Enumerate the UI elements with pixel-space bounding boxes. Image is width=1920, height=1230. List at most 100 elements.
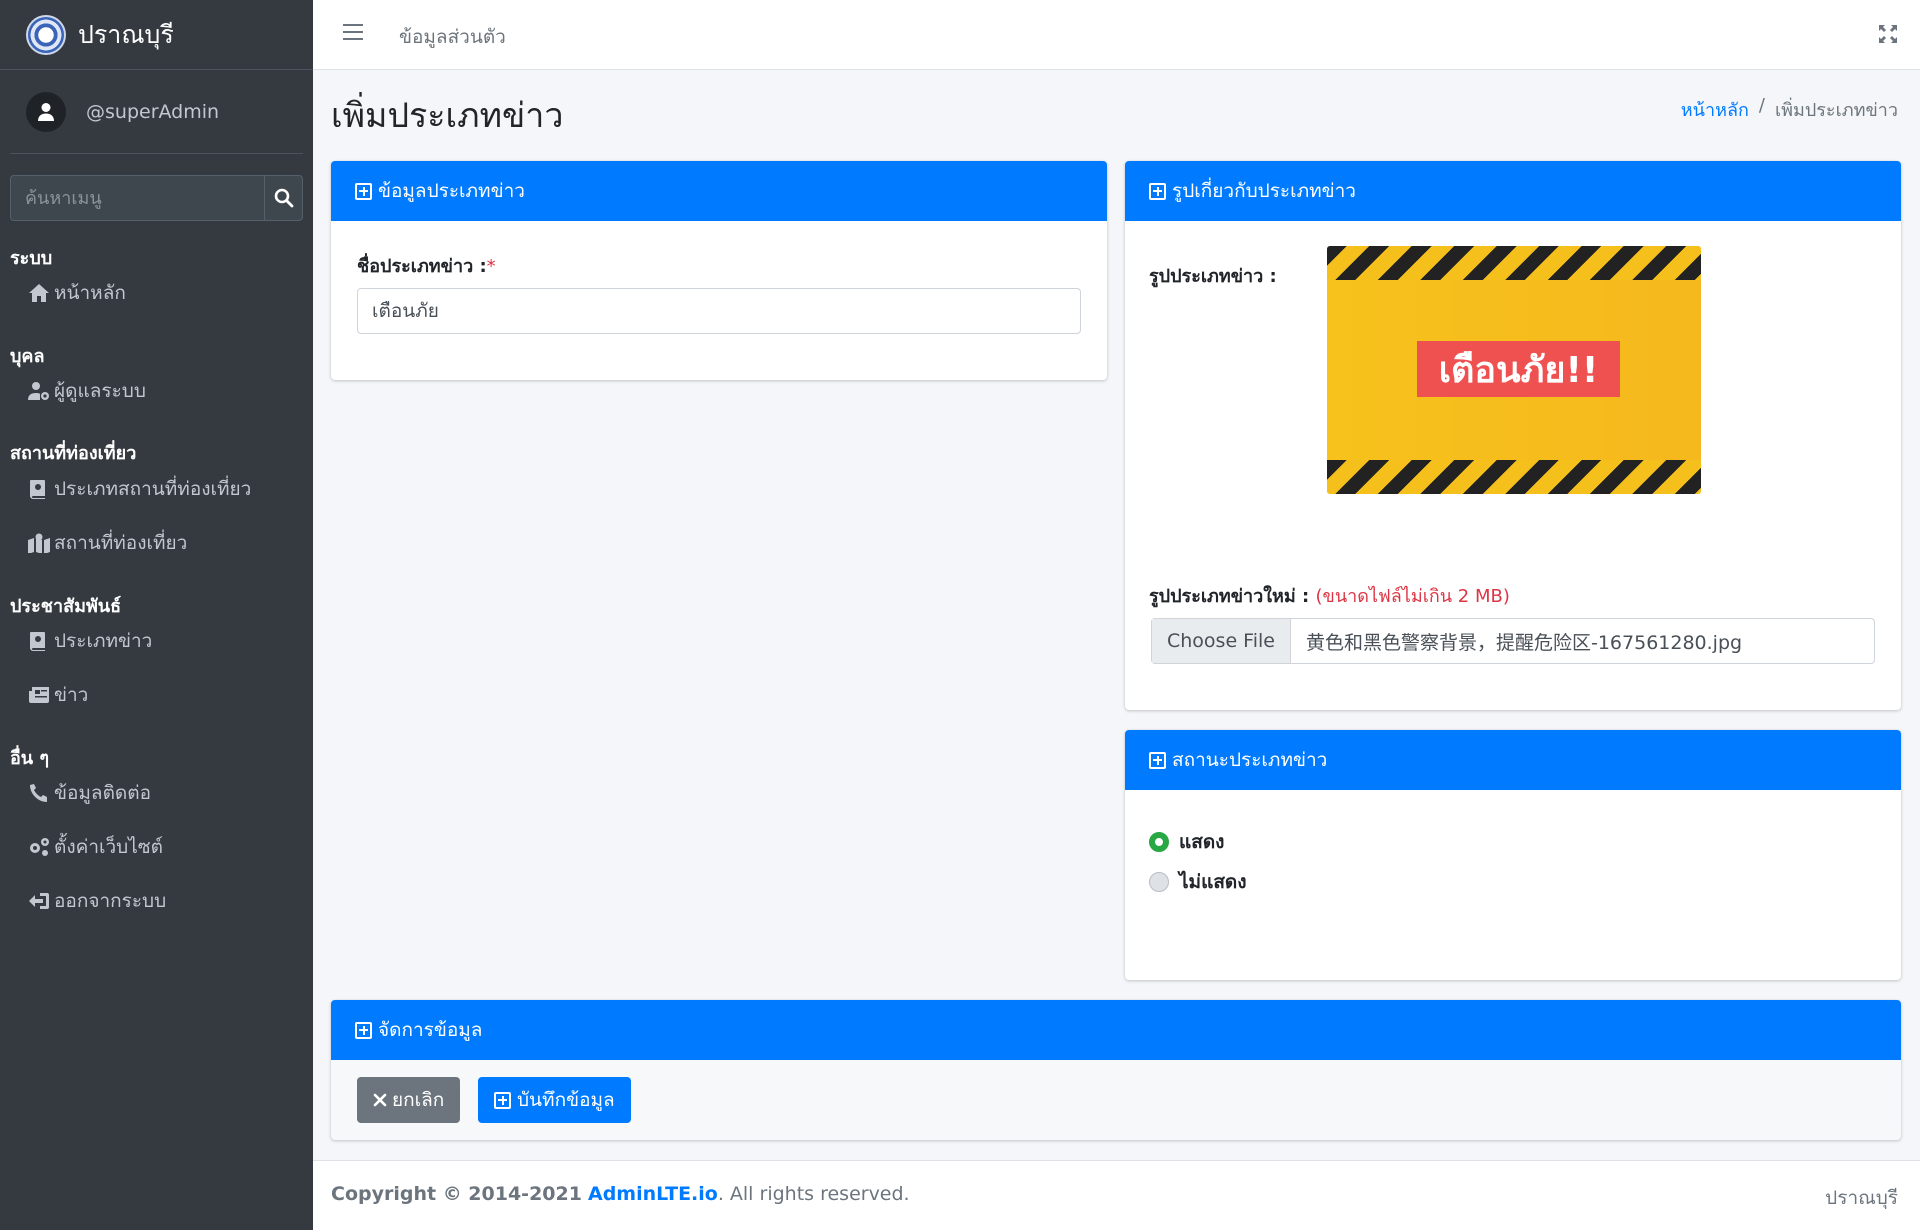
- cogs-icon: [30, 838, 49, 856]
- image-file-input[interactable]: Choose File 黄色和黑色警察背景，提醒危险区-167561280.jp…: [1151, 618, 1875, 664]
- status-show-label: แสดง: [1179, 831, 1225, 853]
- sidebar: ปราณบุรี @superAdmin ระบบ หน้าหลัก บุคล …: [0, 0, 313, 1230]
- card-title: ข้อมูลประเภทข่าว: [378, 180, 525, 202]
- sidebar-item-news-type[interactable]: ประเภทข่าว: [28, 626, 152, 656]
- book-icon: [30, 632, 45, 651]
- card-header: สถานะประเภทข่าว: [1125, 730, 1901, 790]
- brand-name: ปราณบุรี: [78, 19, 174, 49]
- sidebar-item-label: ประเภทข่าว: [54, 630, 153, 652]
- copyright: Copyright © 2014-2021 AdminLTE.io. All r…: [331, 1183, 910, 1205]
- save-label: บันทึกข้อมูล: [517, 1089, 615, 1111]
- new-image-label: รูปประเภทข่าวใหม่ : (ขนาดไฟล์ไม่เกิน 2 M…: [1149, 581, 1510, 610]
- nav-header-pr: ประชาสัมพันธ์: [10, 596, 122, 617]
- cancel-button[interactable]: ยกเลิก: [357, 1077, 461, 1123]
- user-icon: [38, 102, 54, 121]
- plus-square-icon: [494, 1091, 511, 1109]
- radio-checked[interactable]: [1149, 832, 1169, 852]
- sidebar-item-settings[interactable]: ตั้งค่าเว็บไซต์: [28, 832, 163, 862]
- hazard-stripes-top: [1327, 246, 1701, 280]
- news-type-name-value: เตือนภัย: [372, 300, 439, 322]
- required-mark: *: [486, 256, 496, 277]
- new-image-label-text: รูปประเภทข่าวใหม่ :: [1149, 586, 1310, 607]
- current-image-label: รูปประเภทข่าว :: [1149, 266, 1277, 287]
- sidebar-item-label: สถานที่ท่องเที่ยว: [54, 532, 188, 554]
- sidebar-item-label: ผู้ดูแลระบบ: [54, 380, 146, 402]
- copyright-text: Copyright © 2014-2021: [331, 1183, 582, 1205]
- hazard-stripes-bottom: [1327, 460, 1701, 494]
- map-marked-icon: [28, 533, 50, 553]
- rights-text: . All rights reserved.: [717, 1183, 910, 1205]
- name-label: ชื่อประเภทข่าว :*: [357, 251, 496, 280]
- card-title: รูปเกี่ยวกับประเภทข่าว: [1172, 180, 1356, 202]
- nav-header-person: บุคล: [10, 346, 45, 367]
- news-type-status-card: สถานะประเภทข่าว แสดง ไม่แสดง: [1125, 730, 1901, 980]
- menu-search: [10, 175, 303, 221]
- news-type-image-card: รูปเกี่ยวกับประเภทข่าว รูปประเภทข่าว : เ…: [1125, 161, 1901, 710]
- card-title: จัดการข้อมูล: [378, 1019, 483, 1041]
- breadcrumb-separator: /: [1758, 95, 1765, 116]
- status-hide-radio[interactable]: ไม่แสดง: [1149, 867, 1247, 897]
- plus-square-icon: [1149, 751, 1166, 769]
- close-icon: [373, 1093, 387, 1107]
- nav-header-attraction: สถานที่ท่องเที่ยว: [10, 443, 137, 464]
- sidebar-item-label: ตั้งค่าเว็บไซต์: [54, 836, 164, 858]
- user-cog-icon: [28, 382, 49, 400]
- user-panel[interactable]: @superAdmin: [10, 70, 303, 154]
- sidebar-item-label: ข่าว: [54, 684, 89, 706]
- sidebar-item-admin[interactable]: ผู้ดูแลระบบ: [28, 376, 146, 406]
- sidebar-item-home[interactable]: หน้าหลัก: [28, 278, 126, 308]
- status-hide-label: ไม่แสดง: [1179, 871, 1247, 893]
- footer: Copyright © 2014-2021 AdminLTE.io. All r…: [313, 1160, 1920, 1230]
- sign-out-icon: [29, 893, 49, 909]
- sidebar-item-contact[interactable]: ข้อมูลติดต่อ: [28, 778, 151, 808]
- breadcrumb: หน้าหลัก / เพิ่มประเภทข่าว: [1681, 95, 1898, 124]
- top-navbar: ข้อมูลส่วนตัว: [313, 0, 1920, 70]
- name-label-text: ชื่อประเภทข่าว :: [357, 256, 487, 277]
- sidebar-item-label: ประเภทสถานที่ท่องเที่ยว: [54, 478, 252, 500]
- home-icon: [29, 284, 49, 302]
- avatar: [26, 91, 66, 132]
- search-icon: [274, 188, 293, 208]
- nav-header-system: ระบบ: [10, 248, 53, 269]
- card-header: รูปเกี่ยวกับประเภทข่าว: [1125, 161, 1901, 221]
- news-type-name-input[interactable]: เตือนภัย: [357, 288, 1081, 334]
- breadcrumb-home[interactable]: หน้าหลัก: [1681, 95, 1749, 124]
- book-icon: [30, 480, 45, 499]
- news-type-image: เตือนภัย!!: [1327, 246, 1701, 494]
- card-title: สถานะประเภทข่าว: [1172, 749, 1328, 771]
- sidebar-item-label: หน้าหลัก: [54, 282, 126, 304]
- manage-data-card: จัดการข้อมูล ยกเลิก บันทึกข้อมูล: [331, 1000, 1901, 1140]
- menu-search-input[interactable]: [10, 175, 264, 221]
- profile-link[interactable]: ข้อมูลส่วนตัว: [399, 22, 506, 52]
- file-size-note: (ขนาดไฟล์ไม่เกิน 2 MB): [1315, 586, 1510, 607]
- card-header: จัดการข้อมูล: [331, 1000, 1901, 1060]
- nav-header-other: อื่น ๆ: [10, 748, 50, 769]
- plus-square-icon: [1149, 182, 1166, 200]
- brand-link[interactable]: ปราณบุรี: [0, 0, 313, 70]
- status-show-radio[interactable]: แสดง: [1149, 827, 1224, 857]
- brand-logo: [26, 14, 66, 55]
- page-title: เพิ่มประเภทข่าว: [331, 96, 564, 136]
- sidebar-item-attraction[interactable]: สถานที่ท่องเที่ยว: [28, 528, 187, 558]
- sidebar-item-attraction-type[interactable]: ประเภทสถานที่ท่องเที่ยว: [28, 474, 251, 504]
- plus-square-icon: [355, 1021, 372, 1039]
- warning-image-text: เตือนภัย!!: [1417, 341, 1620, 397]
- radio-unchecked[interactable]: [1149, 872, 1169, 892]
- sidebar-item-label: ออกจากระบบ: [54, 890, 167, 912]
- menu-search-button[interactable]: [264, 175, 303, 221]
- phone-icon: [30, 784, 47, 802]
- choose-file-button[interactable]: Choose File: [1152, 619, 1291, 663]
- cancel-label: ยกเลิก: [392, 1089, 445, 1111]
- card-header: ข้อมูลประเภทข่าว: [331, 161, 1107, 221]
- menu-toggle-icon[interactable]: [343, 24, 363, 44]
- fullscreen-icon[interactable]: [1878, 24, 1898, 44]
- selected-file-name: 黄色和黑色警察背景，提醒危险区-167561280.jpg: [1305, 631, 1743, 654]
- breadcrumb-current: เพิ่มประเภทข่าว: [1774, 100, 1898, 121]
- news-type-info-card: ข้อมูลประเภทข่าว ชื่อประเภทข่าว :* เตือน…: [331, 161, 1107, 380]
- save-button[interactable]: บันทึกข้อมูล: [478, 1077, 631, 1123]
- sidebar-item-news[interactable]: ข่าว: [28, 680, 88, 710]
- adminlte-link[interactable]: AdminLTE.io: [588, 1183, 718, 1205]
- user-name: @superAdmin: [86, 100, 220, 123]
- sidebar-item-logout[interactable]: ออกจากระบบ: [28, 886, 166, 916]
- plus-square-icon: [355, 182, 372, 200]
